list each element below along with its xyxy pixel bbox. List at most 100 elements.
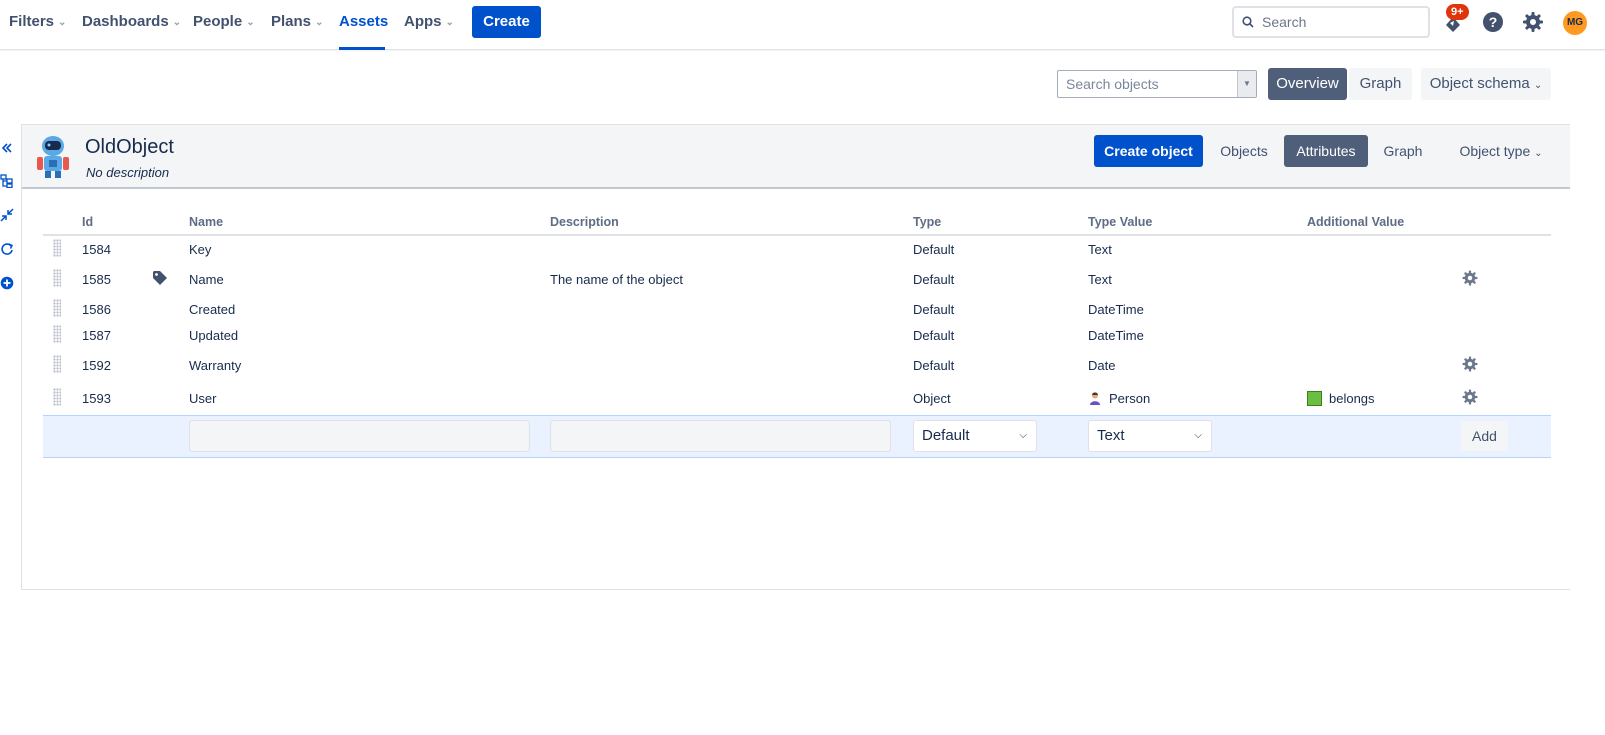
- person-icon: [1090, 392, 1100, 406]
- overview-button[interactable]: Overview: [1268, 68, 1347, 100]
- gear-icon[interactable]: [1461, 269, 1479, 287]
- chevron-down-icon: ⌄: [58, 17, 67, 28]
- add-attribute-button[interactable]: Add: [1461, 421, 1508, 451]
- attr-id: 1585: [82, 271, 111, 287]
- object-type-header: OldObject No description Create object O…: [22, 125, 1570, 189]
- robot-object-icon: [37, 136, 69, 178]
- object-type-dropdown[interactable]: Object type ⌄: [1442, 135, 1560, 167]
- new-attribute-name-input[interactable]: [189, 420, 530, 452]
- attr-type: Default: [913, 242, 955, 257]
- gear-icon[interactable]: [1461, 355, 1479, 373]
- attr-type: Default: [913, 301, 955, 317]
- attr-name[interactable]: User: [189, 383, 550, 415]
- graph-button[interactable]: Graph: [1349, 68, 1412, 100]
- table-row: 1585 Name The name of the object Default…: [43, 263, 1551, 295]
- tab-attributes[interactable]: Attributes: [1284, 135, 1368, 167]
- object-type-title: OldObject: [85, 136, 174, 158]
- actions-header: [1461, 210, 1551, 236]
- drag-handle-icon[interactable]: [53, 354, 61, 373]
- refresh-icon[interactable]: [0, 242, 14, 256]
- table-row: 1584 Key Default Text: [43, 235, 1551, 263]
- attr-type: Object: [913, 391, 951, 407]
- attr-id: 1592: [82, 357, 111, 373]
- attr-description: [550, 323, 913, 347]
- nav-apps[interactable]: Apps ⌄: [404, 0, 454, 50]
- nav-apps-label: Apps: [404, 13, 442, 30]
- chevron-down-icon: ⌄: [445, 17, 454, 28]
- status-color-swatch: [1307, 391, 1322, 407]
- nav-plans-label: Plans: [271, 13, 312, 30]
- drag-handle-icon[interactable]: [53, 239, 61, 257]
- nav-assets[interactable]: Assets: [339, 0, 389, 50]
- type-value-header: Type Value: [1088, 210, 1307, 236]
- avatar[interactable]: MG: [1563, 11, 1587, 35]
- attr-name[interactable]: Warranty: [189, 347, 550, 383]
- search-objects-input[interactable]: [1066, 75, 1236, 93]
- compress-icon[interactable]: [0, 208, 14, 222]
- dropdown-arrow-icon[interactable]: ▼: [1237, 71, 1256, 97]
- type-value-select[interactable]: Text ⌵: [1088, 420, 1212, 452]
- nav-dashboards-label: Dashboards: [82, 13, 169, 30]
- settings-gear-icon[interactable]: [1521, 10, 1545, 34]
- attr-type: Default: [913, 271, 955, 287]
- drag-handle-icon[interactable]: [53, 324, 61, 343]
- schema-toolbar: ▼ Overview Graph Object schema ⌄: [0, 50, 1605, 124]
- attr-type-value[interactable]: Person: [1109, 391, 1150, 406]
- new-attribute-description-input[interactable]: [550, 420, 891, 452]
- nav-assets-label: Assets: [339, 13, 389, 30]
- drag-handle-icon[interactable]: [53, 268, 61, 287]
- attr-description: [550, 295, 913, 323]
- object-type-description: No description: [86, 165, 170, 180]
- nav-people[interactable]: People ⌄: [193, 0, 255, 50]
- svg-text:?: ?: [1489, 14, 1498, 30]
- attr-id: 1587: [82, 327, 111, 343]
- attr-type-value: DateTime: [1088, 301, 1144, 317]
- create-button[interactable]: Create: [472, 6, 541, 38]
- global-search[interactable]: [1232, 6, 1430, 38]
- attr-description: The name of the object: [550, 271, 683, 287]
- drag-handle-icon[interactable]: [53, 388, 61, 407]
- gear-icon[interactable]: [1461, 388, 1479, 406]
- type-header: Type: [913, 210, 1088, 236]
- chevron-down-icon: ⌵: [1019, 430, 1027, 441]
- nav-dashboards[interactable]: Dashboards ⌄: [82, 0, 181, 50]
- help-icon[interactable]: ?: [1481, 10, 1505, 34]
- type-value-select-value: Text: [1097, 427, 1125, 444]
- create-object-button[interactable]: Create object: [1094, 135, 1203, 167]
- attributes-table: Id Name Description Type Type Value Addi…: [43, 210, 1551, 458]
- object-schema-label: Object schema: [1429, 75, 1530, 92]
- object-type-dropdown-label: Object type: [1459, 143, 1531, 159]
- label-tag-icon: [153, 270, 167, 285]
- add-attribute-row: Default ⌵ Text ⌵ Add: [43, 414, 1551, 458]
- attr-name[interactable]: Updated: [189, 323, 550, 347]
- attr-type-value: DateTime: [1088, 327, 1144, 343]
- attr-id: 1593: [82, 391, 111, 407]
- nav-filters[interactable]: Filters ⌄: [9, 0, 66, 50]
- type-select-value: Default: [922, 427, 970, 444]
- tab-objects[interactable]: Objects: [1212, 135, 1276, 167]
- chevron-down-icon: ⌄: [1533, 80, 1543, 91]
- collapse-left-icon[interactable]: [0, 141, 14, 155]
- type-select[interactable]: Default ⌵: [913, 420, 1037, 452]
- notification-badge: 9+: [1446, 4, 1469, 20]
- attr-id: 1586: [82, 301, 111, 317]
- chevron-down-icon: ⌄: [172, 17, 182, 28]
- drag-handle-icon[interactable]: [53, 298, 61, 317]
- drag-col-header: [43, 210, 82, 236]
- object-schema-dropdown[interactable]: Object schema ⌄: [1421, 68, 1551, 100]
- tab-graph[interactable]: Graph: [1373, 135, 1433, 167]
- table-row: 1586 Created Default DateTime: [43, 295, 1551, 323]
- table-row: 1593 User Object Person belongs: [43, 383, 1551, 415]
- attr-type: Default: [913, 327, 955, 343]
- attr-name[interactable]: Created: [189, 295, 550, 323]
- nav-plans[interactable]: Plans ⌄: [271, 0, 323, 50]
- add-circle-icon[interactable]: [0, 276, 14, 290]
- chevron-down-icon: ⌄: [246, 17, 255, 28]
- search-objects-field[interactable]: ▼: [1057, 70, 1257, 98]
- attr-name[interactable]: Key: [189, 235, 550, 263]
- hierarchy-icon[interactable]: [0, 174, 14, 188]
- attr-name[interactable]: Name: [189, 263, 550, 295]
- nav-people-label: People: [193, 13, 243, 30]
- search-input[interactable]: [1262, 12, 1422, 32]
- top-navigation: Filters ⌄ Dashboards ⌄ People ⌄ Plans ⌄ Asse…: [0, 0, 1605, 50]
